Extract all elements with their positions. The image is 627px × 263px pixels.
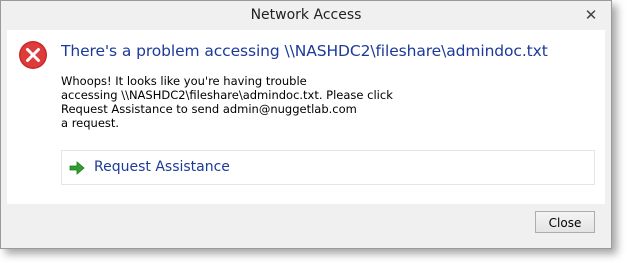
message-line: Request Assistance to send admin@nuggetl…	[61, 102, 357, 116]
error-heading: There's a problem accessing \\NASHDC2\fi…	[61, 42, 548, 60]
message-line: accessing \\NASHDC2\fileshare\admindoc.t…	[61, 88, 393, 102]
error-message: Whoops! It looks like you're having trou…	[61, 74, 401, 130]
message-line: Whoops! It looks like you're having trou…	[61, 74, 307, 88]
network-access-dialog: Network Access ✕ There's a problem acces…	[0, 0, 612, 249]
dialog-content: There's a problem accessing \\NASHDC2\fi…	[7, 30, 605, 204]
message-line: a request.	[61, 116, 120, 130]
request-assistance-link[interactable]: Request Assistance	[61, 150, 595, 185]
dialog-footer: Close	[7, 204, 605, 242]
window-title: Network Access	[250, 7, 362, 23]
request-assistance-label: Request Assistance	[94, 159, 230, 175]
error-icon	[19, 41, 47, 69]
title-bar[interactable]: Network Access ✕	[1, 1, 611, 30]
close-icon[interactable]: ✕	[583, 7, 599, 23]
close-button[interactable]: Close	[535, 211, 595, 233]
green-arrow-icon	[69, 161, 85, 175]
